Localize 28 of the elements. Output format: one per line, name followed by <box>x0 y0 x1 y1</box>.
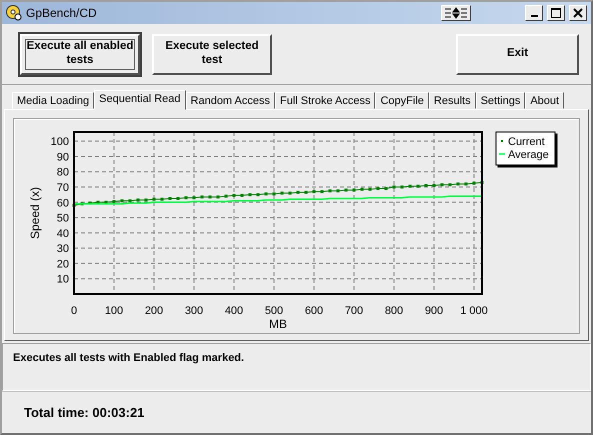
legend-label: Average <box>508 149 549 161</box>
y-tick-label: 60 <box>56 197 69 210</box>
window-title: GpBench/CD <box>26 6 98 20</box>
message-text: Executes all tests with Enabled flag marked. <box>13 352 244 364</box>
x-tick-label: 500 <box>264 305 284 317</box>
x-tick-label: 300 <box>184 305 204 317</box>
y-tick-label: 70 <box>56 182 69 194</box>
y-tick-label: 40 <box>56 228 69 240</box>
y-tick-label: 30 <box>56 243 69 256</box>
x-tick-label: 1 000 <box>460 305 488 317</box>
y-tick-label: 90 <box>56 151 69 164</box>
x-tick-label: 800 <box>384 305 404 317</box>
x-axis-title: MB <box>269 317 287 331</box>
x-tick-label: 400 <box>224 305 244 317</box>
y-tick-label: 10 <box>56 274 69 286</box>
x-tick-label: 0 <box>70 305 78 317</box>
x-tick-label: 200 <box>144 305 164 317</box>
x-tick-label: 900 <box>424 305 444 317</box>
y-tick-label: 20 <box>56 258 69 270</box>
legend-label: Current <box>508 136 545 148</box>
y-tick-label: 80 <box>56 166 69 179</box>
y-axis-title: Speed (x) <box>28 186 42 240</box>
x-tick-label: 700 <box>344 305 364 317</box>
y-tick-label: 100 <box>50 136 69 148</box>
x-tick-label: 100 <box>104 305 124 317</box>
total-time: Total time: 00:03:21 <box>24 405 144 420</box>
y-tick-label: 50 <box>56 212 69 225</box>
x-tick-label: 600 <box>304 305 324 317</box>
